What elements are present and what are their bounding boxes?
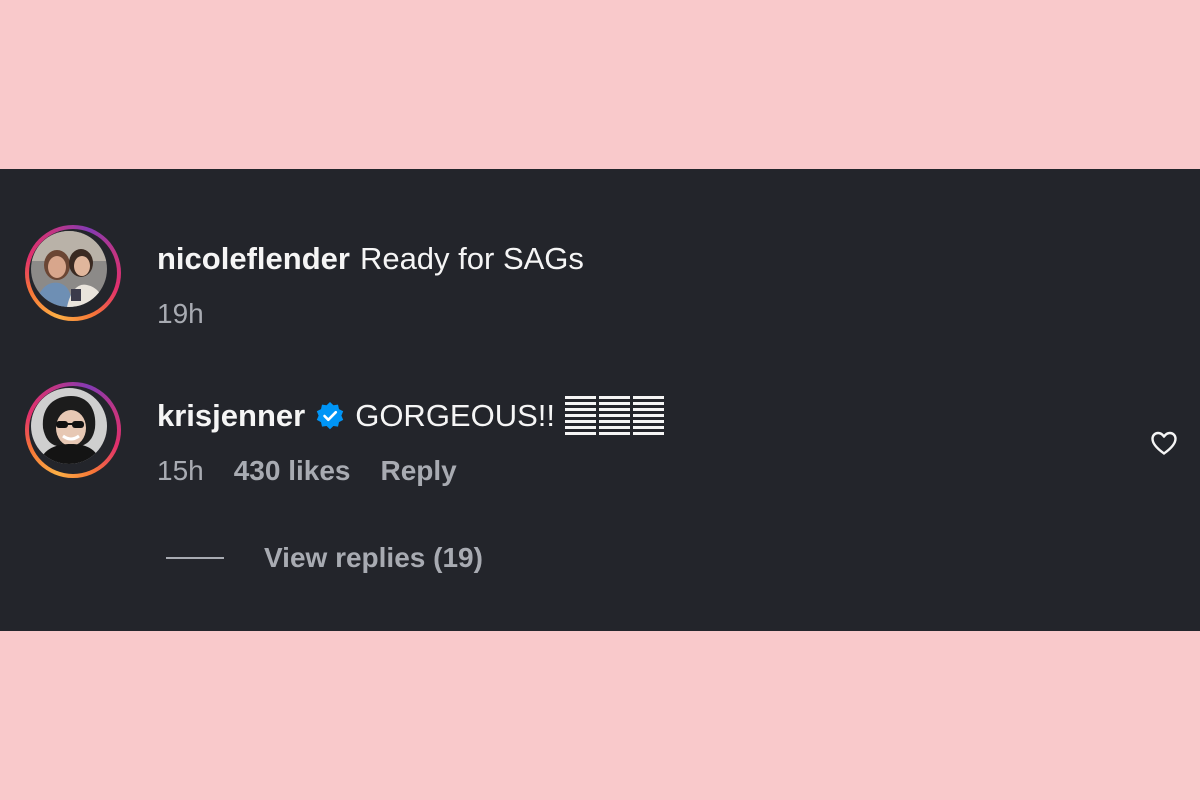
view-replies-button[interactable]: View replies (19) xyxy=(166,540,483,576)
comment-timestamp: 15h xyxy=(157,455,204,486)
comments-panel: nicoleflender Ready for SAGs 19h krisjen… xyxy=(0,169,1200,631)
profile-photo-icon xyxy=(31,388,107,464)
comment-text: GORGEOUS!! xyxy=(355,398,556,433)
heart-outline-icon[interactable] xyxy=(1149,428,1179,458)
reply-button[interactable]: Reply xyxy=(381,455,457,487)
like-count[interactable]: 430 likes xyxy=(234,455,351,487)
avatar xyxy=(31,231,107,307)
divider xyxy=(166,557,224,559)
story-ring-avatar[interactable] xyxy=(25,382,121,478)
verified-badge-icon xyxy=(315,401,345,431)
story-ring-avatar[interactable] xyxy=(25,225,121,321)
comment-text: Ready for SAGs xyxy=(359,241,584,276)
comment-username[interactable]: krisjenner xyxy=(157,398,305,434)
avatar xyxy=(31,388,107,464)
view-replies-label: View replies (19) xyxy=(264,542,483,573)
profile-photo-icon xyxy=(31,231,107,307)
comment-timestamp: 19h xyxy=(157,298,204,329)
comment-username[interactable]: nicoleflender xyxy=(157,241,350,277)
emoji-placeholder-icon xyxy=(565,396,665,436)
